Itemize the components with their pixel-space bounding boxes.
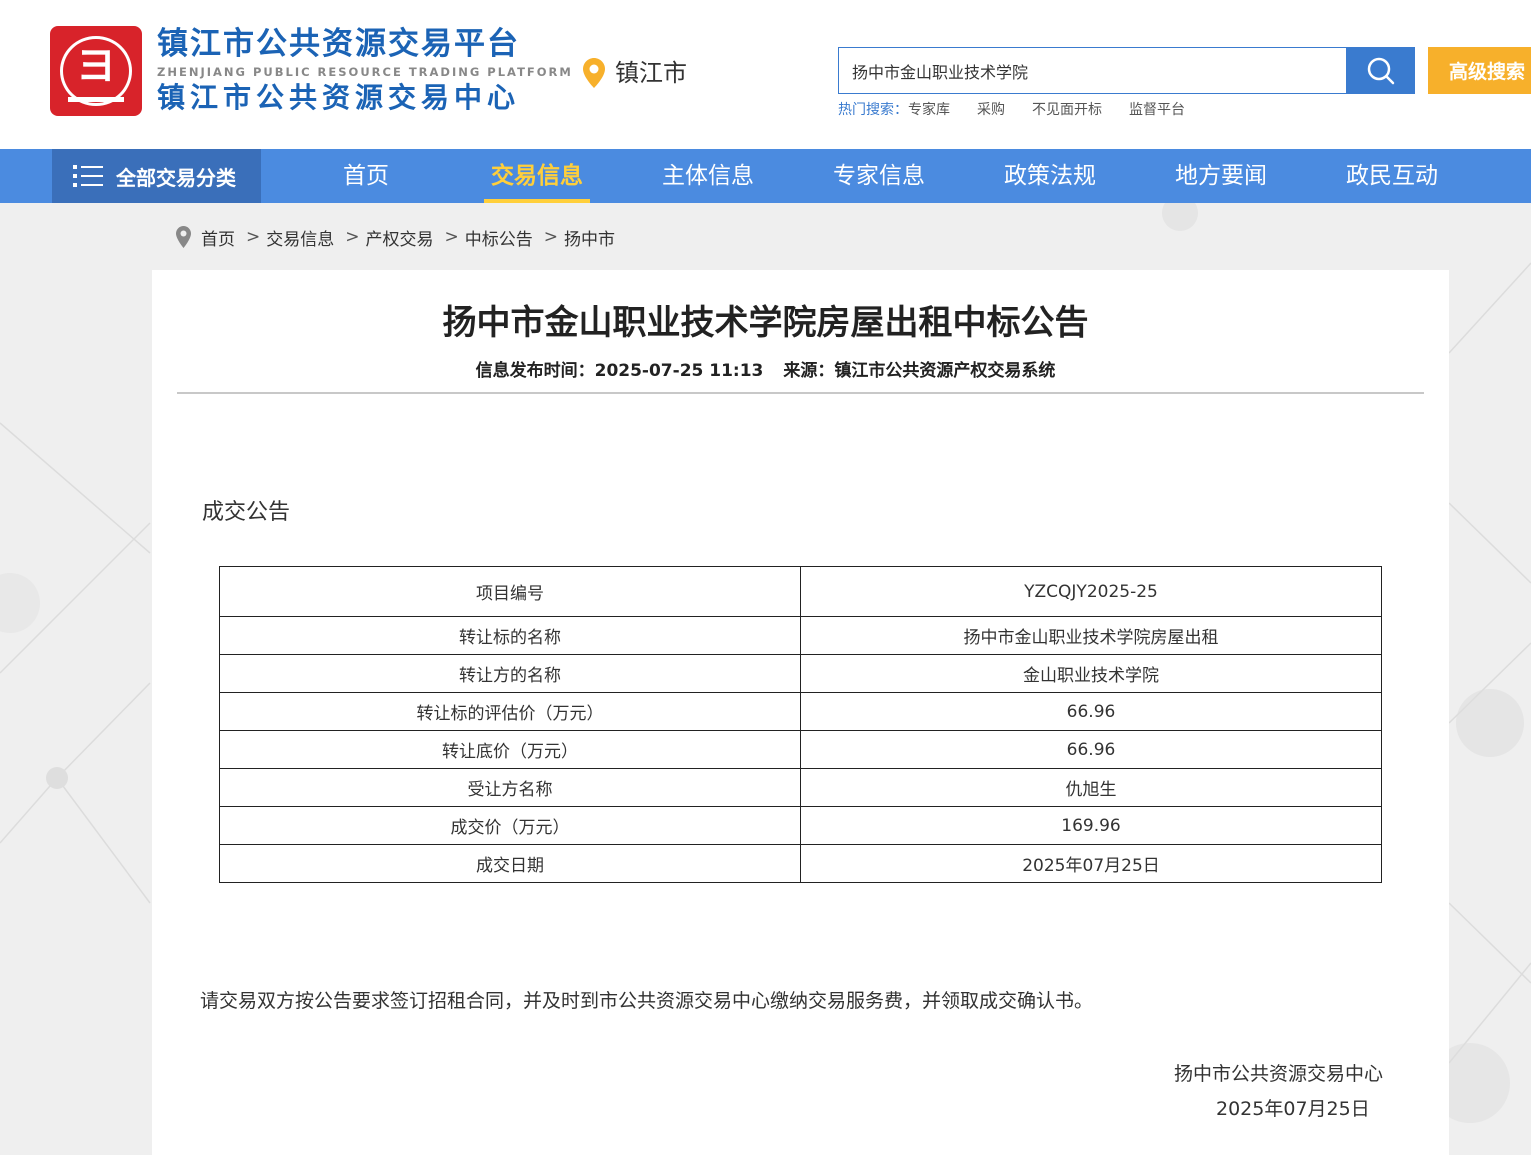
breadcrumb-award-notice[interactable]: 中标公告 [465,225,533,250]
search-button[interactable] [1346,47,1415,94]
all-categories-label: 全部交易分类 [116,165,236,190]
table-row: 转让底价（万元） 66.96 [219,730,1382,769]
table-cell-label: 成交日期 [219,844,801,883]
table-cell-label: 转让标的名称 [219,616,801,655]
nav-item-policies[interactable]: 政策法规 [985,149,1115,203]
table-cell-value: 2025年07月25日 [800,844,1382,883]
nav-item-home[interactable]: 首页 [301,149,431,203]
nav-item-trading-info[interactable]: 交易信息 [472,149,602,203]
table-cell-label: 受让方名称 [219,768,801,807]
signature-date: 2025年07月25日 [1216,1098,1370,1120]
breadcrumb-home[interactable]: 首页 [201,225,235,250]
site-header: ヨ 镇江市公共资源交易平台 ZHENJIANG PUBLIC RESOURCE … [0,0,1531,149]
title-divider [177,392,1424,394]
hot-search-bar: 热门搜索： 专家库 采购 不见面开标 监督平台 [838,100,1212,120]
publish-time-label: 信息发布时间： [475,361,595,381]
site-logo-emblem[interactable]: ヨ [50,26,142,116]
breadcrumb: 首页 > 交易信息 > 产权交易 > 中标公告 > 扬中市 [176,224,615,250]
advanced-search-button[interactable]: 高级搜索 [1428,47,1531,94]
breadcrumb-yangzhong[interactable]: 扬中市 [564,225,615,250]
table-cell-label: 成交价（万元） [219,806,801,845]
table-row: 转让标的名称 扬中市金山职业技术学院房屋出租 [219,616,1382,655]
table-cell-value: 金山职业技术学院 [800,654,1382,693]
table-row: 转让标的评估价（万元） 66.96 [219,692,1382,731]
table-cell-label: 转让方的名称 [219,654,801,693]
hot-search-link-procurement[interactable]: 采购 [977,100,1005,120]
logo-subtitle-en: ZHENJIANG PUBLIC RESOURCE TRADING PLATFO… [157,65,573,79]
table-cell-value: 169.96 [800,806,1382,845]
notice-text: 请交易双方按公告要求签订招租合同，并及时到市公共资源交易中心缴纳交易服务费，并领… [200,990,1094,1012]
city-selector[interactable]: 镇江市 [583,56,687,90]
hot-search-link-remote-bid-opening[interactable]: 不见面开标 [1032,100,1102,120]
signer-organization: 扬中市公共资源交易中心 [1174,1063,1384,1085]
table-cell-value: YZCQJY2025-25 [800,566,1382,617]
site-logo-text[interactable]: 镇江市公共资源交易平台 ZHENJIANG PUBLIC RESOURCE TR… [157,24,573,116]
breadcrumb-separator: > [444,227,459,247]
location-pin-icon [583,58,605,88]
table-row: 成交价（万元） 169.96 [219,806,1382,845]
table-cell-label: 转让底价（万元） [219,730,801,769]
nav-item-expert-info[interactable]: 专家信息 [814,149,944,203]
section-title: 成交公告 [202,500,291,525]
table-cell-value: 66.96 [800,730,1382,769]
logo-glyph: ヨ [76,43,116,89]
table-row: 受让方名称 仇旭生 [219,768,1382,807]
hot-search-link-supervision[interactable]: 监督平台 [1129,100,1185,120]
table-cell-value: 仇旭生 [800,768,1382,807]
table-row: 转让方的名称 金山职业技术学院 [219,654,1382,693]
article-meta: 信息发布时间：2025-07-25 11:13 来源：镇江市公共资源产权交易系统 [0,358,1531,384]
table-cell-label: 项目编号 [219,566,801,617]
search-icon [1367,57,1394,84]
table-cell-label: 转让标的评估价（万元） [219,692,801,731]
logo-center-name: 镇江市公共资源交易中心 [157,81,521,114]
hot-search-label: 热门搜索： [838,102,908,118]
city-name: 镇江市 [615,59,687,87]
nav-item-public-interaction[interactable]: 政民互动 [1327,149,1457,203]
table-row: 成交日期 2025年07月25日 [219,844,1382,883]
publish-time: 2025-07-25 11:13 [594,361,764,381]
breadcrumb-location-icon [176,226,191,248]
nav-item-entity-info[interactable]: 主体信息 [643,149,773,203]
breadcrumb-property-trading[interactable]: 产权交易 [366,225,434,250]
breadcrumb-separator: > [543,227,558,247]
source-label: 来源： [783,361,835,381]
menu-list-icon [73,165,103,187]
breadcrumb-trading-info[interactable]: 交易信息 [266,225,334,250]
main-nav: 全部交易分类 首页 交易信息 主体信息 专家信息 政策法规 地方要闻 政民互动 [0,149,1531,203]
table-row: 项目编号 YZCQJY2025-25 [219,566,1382,617]
all-categories-menu[interactable]: 全部交易分类 [52,149,261,203]
hot-search-link-experts[interactable]: 专家库 [908,100,950,120]
search-input[interactable]: 扬中市金山职业技术学院 [838,47,1346,94]
logo-base [68,97,124,102]
nav-item-local-news[interactable]: 地方要闻 [1156,149,1286,203]
breadcrumb-separator: > [345,227,360,247]
table-cell-value: 扬中市金山职业技术学院房屋出租 [800,616,1382,655]
table-cell-value: 66.96 [800,692,1382,731]
logo-title: 镇江市公共资源交易平台 [157,26,520,62]
transaction-info-table: 项目编号 YZCQJY2025-25 转让标的名称 扬中市金山职业技术学院房屋出租 转让… [219,566,1382,883]
breadcrumb-separator: > [246,227,261,247]
article-title: 扬中市金山职业技术学院房屋出租中标公告 [442,303,1089,343]
source-name: 镇江市公共资源产权交易系统 [834,361,1056,381]
